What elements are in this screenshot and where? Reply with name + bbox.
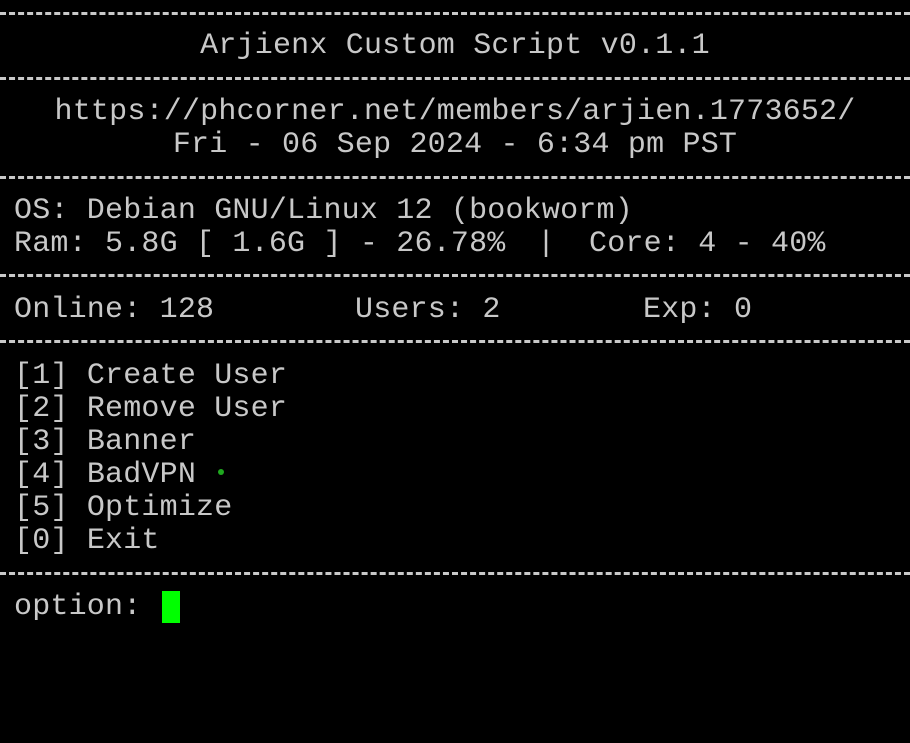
- separator-line: [0, 77, 910, 80]
- menu-label: Create User: [86, 359, 288, 393]
- menu-label: Optimize: [86, 491, 233, 525]
- menu-key: [1]: [14, 359, 69, 393]
- os-info: OS: Debian GNU/Linux 12 (bookworm): [14, 194, 633, 228]
- menu-label: Remove User: [86, 392, 288, 426]
- menu-item-exit[interactable]: [0] Exit: [14, 525, 160, 558]
- menu-key: [0]: [14, 524, 69, 558]
- menu-item-optimize[interactable]: [5] Optimize: [14, 492, 232, 525]
- menu-key: [4]: [14, 458, 69, 492]
- script-title: Arjienx Custom Script v0.1.1: [200, 29, 710, 63]
- separator-line: [0, 274, 910, 277]
- info-divider: |: [537, 227, 556, 261]
- separator-line: [0, 572, 910, 575]
- separator-line: [0, 176, 910, 179]
- terminal-window: Arjienx Custom Script v0.1.1 https://phc…: [0, 0, 910, 743]
- online-count: Online: 128: [14, 293, 215, 327]
- menu-item-create-user[interactable]: [1] Create User: [14, 360, 287, 393]
- menu-label: Exit: [86, 524, 160, 558]
- users-count: Users: 2: [355, 293, 501, 327]
- menu-key: [3]: [14, 425, 69, 459]
- option-prompt[interactable]: option:: [14, 591, 180, 624]
- block-cursor-icon: [161, 591, 180, 623]
- menu-item-badvpn[interactable]: [4] BadVPN: [14, 458, 225, 492]
- menu-label: BadVPN: [86, 458, 197, 492]
- stats-row: Online: 128 Users: 2 Exp: 0: [14, 294, 894, 327]
- status-dot-icon: [218, 469, 225, 476]
- menu-label: Banner: [86, 425, 197, 459]
- separator-line: [0, 340, 910, 343]
- ram-usage: Ram: 5.8G [ 1.6G ] - 26.78%: [14, 227, 506, 261]
- author-url: https://phcorner.net/members/arjien.1773…: [54, 95, 856, 129]
- menu-key: [2]: [14, 392, 69, 426]
- core-usage: Core: 4 - 40%: [589, 227, 826, 261]
- expired-count: Exp: 0: [643, 293, 753, 327]
- current-datetime: Fri - 06 Sep 2024 - 6:34 pm PST: [172, 128, 738, 162]
- menu-item-banner[interactable]: [3] Banner: [14, 426, 196, 459]
- prompt-label: option:: [14, 590, 142, 624]
- menu-item-remove-user[interactable]: [2] Remove User: [14, 393, 287, 426]
- resource-info: Ram: 5.8G [ 1.6G ] - 26.78% | Core: 4 - …: [14, 228, 894, 261]
- menu-key: [5]: [14, 491, 69, 525]
- separator-line: [0, 12, 910, 15]
